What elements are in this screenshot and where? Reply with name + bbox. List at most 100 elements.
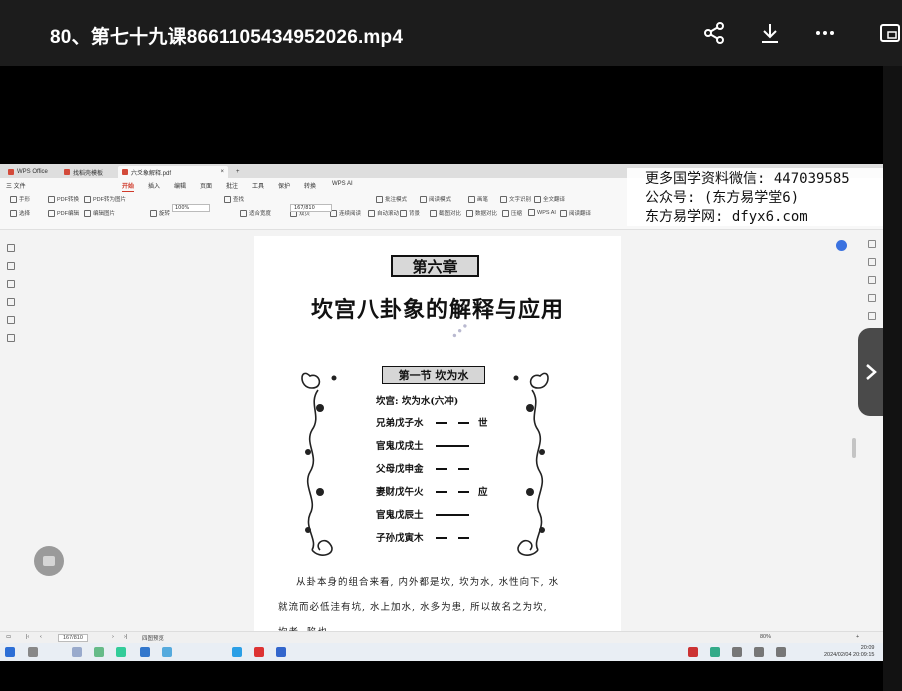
floating-chat-button[interactable] (34, 546, 64, 576)
volume-icon[interactable] (754, 647, 764, 657)
continuous-read-tool[interactable]: 连续阅读 (330, 209, 361, 217)
share-button[interactable] (698, 17, 730, 49)
menu-protect[interactable]: 保护 (278, 181, 290, 190)
status-page-input[interactable]: 167/810 (58, 634, 88, 642)
browser-icon[interactable] (140, 647, 150, 657)
zoom-in-icon[interactable]: + (856, 634, 859, 640)
annotate-mode-tool[interactable]: 批注模式 (376, 195, 407, 203)
pdf-to-image-tool[interactable]: PDF转为图片 (84, 195, 126, 203)
translate-all-tool[interactable]: 全文翻译 (534, 195, 565, 203)
rail-zoom-icon[interactable] (868, 258, 876, 266)
bookmark-icon[interactable] (7, 262, 15, 270)
ying-marker: 应 (478, 487, 488, 498)
read-translate-tool[interactable]: 阅读翻译 (560, 209, 591, 217)
edge-icon[interactable] (232, 647, 242, 657)
assistant-icon[interactable] (836, 240, 847, 251)
screenshot-compare-tool[interactable]: 截图对比 (430, 209, 461, 217)
tab-templates[interactable]: 找稻壳模板 (60, 166, 107, 178)
zoom-input[interactable]: 100% (172, 204, 210, 212)
wechat-icon[interactable] (116, 647, 126, 657)
tray-icon[interactable] (688, 647, 698, 657)
promo-overlay: 更多国学资料微信: 447039585 公众号: (东方易学堂6) 东方易学网:… (627, 168, 883, 226)
pen-icon (468, 195, 475, 203)
last-page-icon[interactable]: ›| (124, 634, 127, 640)
app-icon[interactable] (162, 647, 172, 657)
player-right-edge (883, 66, 902, 691)
taskbar-search-icon[interactable] (28, 647, 38, 657)
new-tab-button[interactable]: + (232, 166, 244, 178)
zoom-level-label[interactable]: 80% (760, 634, 771, 640)
menu-tools[interactable]: 工具 (252, 181, 264, 190)
vertical-scrollbar[interactable] (852, 438, 856, 458)
tab-wps-office[interactable]: WPS Office (4, 166, 52, 178)
menu-wps-ai[interactable]: WPS AI (332, 181, 353, 187)
menu-edit[interactable]: 编辑 (174, 181, 186, 190)
comment-icon[interactable] (7, 280, 15, 288)
menu-file[interactable]: 三 文件 (6, 181, 26, 190)
ocr-icon (500, 195, 507, 203)
hand-tool[interactable]: 手形 (10, 195, 30, 203)
compress-tool[interactable]: 压缩 (502, 209, 522, 217)
promo-wechat: 更多国学资料微信: 447039585 (645, 171, 850, 187)
background-tool[interactable]: 背景 (400, 209, 420, 217)
data-compare-tool[interactable]: 数据对比 (466, 209, 497, 217)
tray-icon[interactable] (710, 647, 720, 657)
rotate-tool[interactable]: 旋转 (150, 209, 170, 217)
thumbnail-icon[interactable] (7, 244, 15, 252)
next-page-icon[interactable]: › (112, 634, 114, 640)
signature-icon[interactable] (7, 316, 15, 324)
menu-home[interactable]: 开始 (122, 181, 135, 192)
tool-label: 手形 (19, 197, 31, 203)
tray-icon[interactable] (732, 647, 742, 657)
video-frame[interactable]: WPS Office 找稻壳模板 六爻象解释.pdf × + 三 文件 开始 插… (0, 164, 883, 661)
menu-convert[interactable]: 转换 (304, 181, 316, 190)
wps-ai-tool[interactable]: WPS AI (528, 209, 556, 216)
tab-pdf-document[interactable]: 六爻象解释.pdf × (118, 166, 228, 178)
layers-icon[interactable] (7, 334, 15, 342)
tab-label: 六爻象解释.pdf (131, 170, 172, 177)
yin-line-left (436, 491, 447, 493)
taskbar-clock[interactable]: 20:09 2024/02/04 20:09:15 (824, 645, 874, 659)
app-icon[interactable] (276, 647, 286, 657)
start-icon[interactable] (5, 647, 15, 657)
picture-in-picture-button[interactable] (878, 17, 902, 49)
more-button[interactable] (809, 17, 841, 49)
view-mode-label[interactable]: 四图预览 (142, 634, 164, 642)
find-tool[interactable]: 查找 (224, 195, 244, 203)
close-tab-icon[interactable]: × (220, 169, 224, 175)
read-mode-tool[interactable]: 阅读模式 (420, 195, 451, 203)
file-explorer-icon[interactable] (72, 647, 82, 657)
first-page-icon[interactable]: |‹ (26, 634, 29, 640)
pdf-edit-tool[interactable]: PDF编辑 (48, 209, 79, 217)
pen-tool[interactable]: 画笔 (468, 195, 488, 203)
download-button[interactable] (754, 17, 786, 49)
wps-taskbar-icon[interactable] (254, 647, 264, 657)
shi-marker: 世 (478, 418, 488, 429)
chevron-right-icon (865, 364, 877, 380)
attachment-icon[interactable] (7, 298, 15, 306)
auto-scroll-tool[interactable]: 自动滚动 (368, 209, 399, 217)
prev-page-icon[interactable]: ‹ (40, 634, 42, 640)
rail-search-icon[interactable] (868, 276, 876, 284)
rail-tools-icon[interactable] (868, 294, 876, 302)
edit-image-tool[interactable]: 编辑图片 (84, 209, 115, 217)
rail-print-icon[interactable] (868, 312, 876, 320)
network-icon[interactable] (776, 647, 786, 657)
next-video-button[interactable] (858, 328, 883, 416)
sidebar-toggle-icon[interactable]: ▭ (6, 634, 11, 640)
ocr-tool[interactable]: 文字识别 (500, 195, 531, 203)
menu-insert[interactable]: 插入 (148, 181, 160, 190)
menu-annotate[interactable]: 批注 (226, 181, 238, 190)
fit-width-tool[interactable]: 适合宽度 (240, 209, 271, 217)
search-icon (224, 195, 231, 203)
app-icon[interactable] (94, 647, 104, 657)
pdf-convert-tool[interactable]: PDF转换 (48, 195, 79, 203)
translate-icon (560, 209, 567, 217)
rail-settings-icon[interactable] (868, 240, 876, 248)
menu-page[interactable]: 页面 (200, 181, 212, 190)
select-tool[interactable]: 选择 (10, 209, 30, 217)
yin-line-right (458, 468, 469, 470)
page-number-input[interactable]: 167/810 (290, 204, 332, 212)
wps-status-bar: ▭ |‹ ‹ 167/810 › ›| 四图预览 80% + (0, 631, 883, 643)
edit-icon (48, 209, 55, 217)
